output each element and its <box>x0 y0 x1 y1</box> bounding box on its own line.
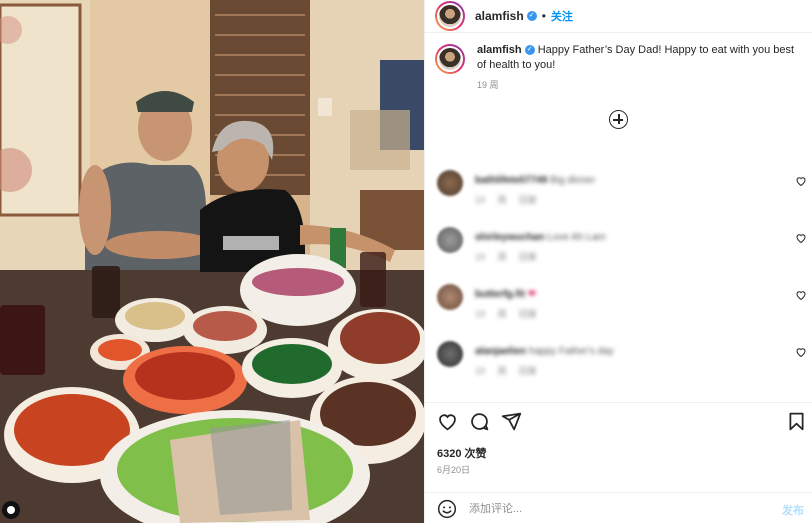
comment-meta[interactable]: 19 周 回复 <box>475 364 537 377</box>
like-comment-heart-icon[interactable] <box>795 175 807 187</box>
emoji-icon[interactable] <box>437 499 457 519</box>
verified-badge-icon: ✓ <box>524 45 535 56</box>
dinner-photo <box>0 0 424 523</box>
comment-avatar[interactable] <box>437 170 463 196</box>
post-photo[interactable] <box>0 0 424 523</box>
comment-item: alanjaelien happy Father's day 19 周 回复 <box>437 341 811 383</box>
comment-avatar[interactable] <box>437 284 463 310</box>
author-username[interactable]: alamfish <box>475 9 524 23</box>
comment-text: ❤ <box>527 289 537 300</box>
author-avatar[interactable] <box>435 1 465 31</box>
share-icon[interactable] <box>501 411 522 432</box>
post-header: alamfish ✓ • 关注 <box>425 0 812 33</box>
bookmark-icon[interactable] <box>786 411 807 432</box>
comment-meta[interactable]: 19 周 回复 <box>475 307 537 320</box>
like-comment-heart-icon[interactable] <box>795 232 807 244</box>
caption-timestamp[interactable]: 19 周 <box>477 78 802 93</box>
verified-badge-icon: ✓ <box>526 11 537 21</box>
add-comment-bar: 发布 <box>425 492 812 523</box>
comment-avatar[interactable] <box>437 341 463 367</box>
post-date[interactable]: 6月20日 <box>437 463 470 476</box>
like-comment-heart-icon[interactable] <box>795 289 807 301</box>
like-comment-heart-icon[interactable] <box>795 346 807 358</box>
header-separator: • <box>541 9 546 23</box>
comment-username[interactable]: butterfg.fit <box>475 289 525 300</box>
comment-meta[interactable]: 19 周 回复 <box>475 250 537 263</box>
post-comment-button[interactable]: 发布 <box>782 502 804 518</box>
post-side-panel: alamfish ✓ • 关注 alamfish ✓ Happy Father’s… <box>424 0 812 523</box>
post-caption: alamfish ✓ Happy Father’s Day Dad! Happy … <box>425 33 812 93</box>
actions-divider <box>425 402 812 403</box>
comment-username[interactable]: shirleywuchan <box>475 232 544 243</box>
comment-text: Love Ah Lam <box>547 232 606 243</box>
post-actions <box>437 411 807 433</box>
comment-avatar[interactable] <box>437 227 463 253</box>
comment-input[interactable] <box>469 501 759 517</box>
add-circle-icon[interactable] <box>609 110 628 129</box>
comment-username[interactable]: alanjaelien <box>475 346 526 357</box>
comment-item: butterfg.fit ❤ 19 周 回复 <box>437 284 811 326</box>
load-more-comments[interactable] <box>425 110 812 129</box>
caption-avatar[interactable] <box>435 44 465 74</box>
photo-user-tag-icon[interactable] <box>2 501 20 519</box>
comment-meta[interactable]: 19 周 回复 <box>475 193 537 206</box>
follow-button[interactable]: 关注 <box>551 8 573 24</box>
comment-icon[interactable] <box>469 411 490 432</box>
comment-item: shirleywuchan Love Ah Lam 19 周 回复 <box>437 227 811 269</box>
comment-username[interactable]: bathlifeteli7749 <box>475 175 547 186</box>
caption-username[interactable]: alamfish <box>477 44 522 56</box>
likes-count[interactable]: 6320 次赞 <box>437 445 487 461</box>
comment-item: bathlifeteli7749 Big dinner 19 周 回复 <box>437 170 811 212</box>
comment-text: happy Father's day <box>528 346 614 357</box>
comment-text: Big dinner <box>550 175 596 186</box>
heart-icon[interactable] <box>437 411 458 432</box>
